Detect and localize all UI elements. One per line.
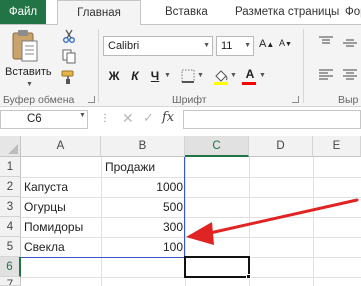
chevron-down-icon[interactable]: ▼ — [229, 67, 238, 85]
cell-b4[interactable]: 300 — [101, 218, 183, 237]
column-header-b[interactable]: B — [101, 136, 185, 157]
tab-page-layout[interactable]: Разметка страницы — [235, 0, 339, 24]
decrease-font-size-icon[interactable]: A▼ — [279, 38, 292, 48]
clipboard-group-label: Буфер обмена — [3, 94, 75, 106]
ribbon-tab-bar: Файл Главная Вставка Разметка страницы Ф… — [0, 0, 361, 25]
cell-b3[interactable]: 500 — [101, 198, 183, 217]
cancel-icon[interactable]: ✕ — [122, 110, 134, 127]
insert-function-icon[interactable]: fx — [162, 110, 174, 125]
tab-home[interactable]: Главная — [57, 0, 141, 25]
copy-icon[interactable] — [62, 49, 76, 64]
font-name-value: Calibri — [108, 40, 140, 52]
row-header-1[interactable]: 1 — [0, 157, 21, 177]
column-header-c[interactable]: C — [185, 136, 249, 157]
chevron-down-icon[interactable]: ▼ — [244, 37, 251, 55]
column-header-e[interactable]: E — [313, 136, 361, 157]
chevron-down-icon[interactable]: ▼ — [79, 112, 86, 119]
borders-icon[interactable] — [181, 69, 195, 83]
name-box[interactable]: C6 — [0, 110, 88, 129]
clipboard-dialog-launcher-icon[interactable] — [88, 96, 95, 103]
fill-handle[interactable] — [246, 274, 251, 279]
row-header-2[interactable]: 2 — [0, 177, 21, 197]
alignment-group-label: Выр — [338, 94, 359, 106]
cell-a5[interactable]: Свекла — [24, 238, 100, 257]
font-dialog-launcher-icon[interactable] — [292, 96, 299, 103]
paste-button-label[interactable]: Вставить — [5, 66, 52, 78]
row-header-7[interactable]: 7 — [0, 277, 21, 286]
underline-button[interactable]: Ч — [147, 67, 163, 85]
font-color-bar — [242, 82, 256, 85]
tab-insert[interactable]: Вставка — [165, 0, 208, 24]
tab-formulas[interactable]: Форм — [345, 0, 361, 24]
more-icon: ⋮ — [100, 113, 110, 124]
ribbon-home: Вставить ▼ Буфер обмена Calibri ▼ 11 ▼ A… — [0, 24, 361, 107]
annotation-line-vertical — [184, 157, 185, 258]
group-separator — [303, 29, 304, 103]
column-header-a[interactable]: A — [21, 136, 101, 157]
font-size-value: 11 — [221, 40, 233, 52]
font-color-letter: А — [245, 67, 255, 81]
cell-a3[interactable]: Огурцы — [24, 198, 100, 217]
row-header-4[interactable]: 4 — [0, 217, 21, 237]
paste-dropdown-icon[interactable]: ▼ — [26, 81, 33, 88]
chevron-down-icon[interactable]: ▼ — [196, 67, 205, 85]
active-cell-c6[interactable] — [184, 256, 250, 278]
cell-a2[interactable]: Капуста — [24, 178, 100, 197]
align-top-icon[interactable] — [318, 36, 334, 50]
group-separator — [98, 29, 99, 103]
cell-b5[interactable]: 100 — [101, 238, 183, 257]
chevron-down-icon[interactable]: ▼ — [163, 67, 172, 85]
cell-b1[interactable]: Продажи — [105, 158, 185, 177]
paste-icon[interactable] — [11, 29, 39, 63]
row-header-5[interactable]: 5 — [0, 237, 21, 257]
select-all-button[interactable] — [0, 136, 21, 157]
name-box-value: C6 — [27, 113, 42, 125]
tab-file[interactable]: Файл — [0, 0, 46, 24]
cell-a4[interactable]: Помидоры — [24, 218, 100, 237]
font-size-select[interactable]: 11 ▼ — [216, 36, 254, 56]
enter-icon[interactable]: ✓ — [143, 110, 154, 126]
align-left-icon[interactable] — [318, 68, 334, 82]
fill-color-icon[interactable] — [213, 68, 229, 85]
cut-icon[interactable] — [62, 29, 76, 43]
annotation-line-horizontal — [21, 257, 185, 258]
font-name-select[interactable]: Calibri ▼ — [103, 36, 213, 56]
bold-button[interactable]: Ж — [106, 67, 122, 85]
cell-b2[interactable]: 1000 — [101, 178, 183, 197]
column-header-d[interactable]: D — [249, 136, 313, 157]
select-all-triangle-icon — [8, 144, 18, 154]
align-middle-icon[interactable] — [342, 36, 358, 50]
spreadsheet-grid: A B C D E 1 2 3 4 5 6 7 Продажи Капуста … — [0, 136, 361, 286]
formula-bar: C6 ▼ ⋮ ✕ ✓ fx — [0, 108, 361, 131]
italic-button[interactable]: К — [127, 67, 143, 85]
row-header-3[interactable]: 3 — [0, 197, 21, 217]
format-painter-icon[interactable] — [61, 69, 77, 85]
align-center-icon[interactable] — [342, 68, 358, 82]
chevron-down-icon[interactable]: ▼ — [203, 37, 210, 55]
formula-input[interactable] — [183, 110, 361, 129]
chevron-down-icon[interactable]: ▼ — [258, 67, 267, 85]
font-group-label: Шрифт — [172, 94, 207, 106]
row-header-6[interactable]: 6 — [0, 257, 21, 277]
increase-font-size-icon[interactable]: A▲ — [259, 38, 274, 50]
